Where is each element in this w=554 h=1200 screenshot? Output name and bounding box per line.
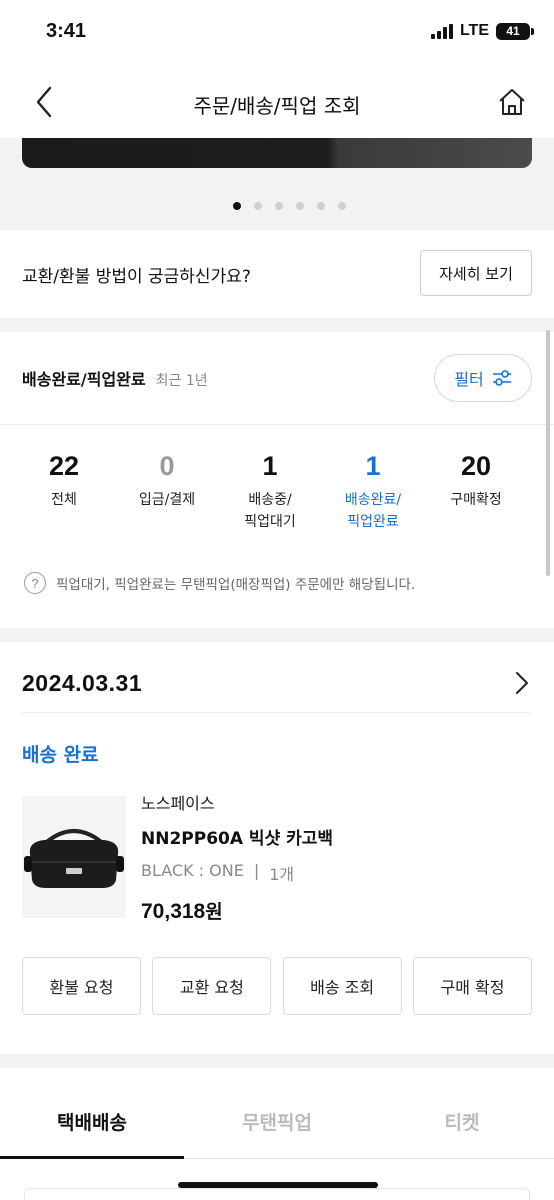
carousel-indicator [0,202,554,210]
confirm-purchase-button[interactable]: 구매 확정 [412,957,532,1015]
banner-carousel[interactable] [0,138,554,230]
count-value: 20 [460,451,492,481]
chevron-right-icon [516,672,528,694]
home-button[interactable] [494,84,530,120]
section-divider [0,628,554,642]
count-confirmed[interactable]: 20 구매확정 [428,450,524,534]
summary-header: 배송완료/픽업완료 최근 1년 [22,366,208,390]
option-separator: | [253,861,260,880]
exchange-request-button[interactable]: 교환 요청 [152,957,272,1015]
tab-ticket[interactable]: 티켓 [370,1108,554,1135]
carousel-dot[interactable] [253,202,262,210]
order-date[interactable]: 2024.03.31 [22,670,142,697]
filter-icon [492,370,511,386]
carousel-dot[interactable] [295,202,304,210]
track-delivery-button[interactable]: 배송 조회 [282,957,402,1015]
page-title: 주문/배송/픽업 조회 [193,94,361,118]
active-tab-indicator [0,1156,184,1159]
home-icon [499,89,525,115]
count-delivered[interactable]: 1 배송완료/픽업완료 [325,450,421,534]
divider [0,424,554,425]
delivery-status: 배송 완료 [22,744,99,766]
product-name: NN2PP60A 빅샷 카고백 [141,829,334,849]
view-details-button[interactable]: 자세히 보기 [420,250,532,296]
carousel-dot[interactable] [337,202,346,210]
delivery-type-tabs: 택배배송 무탠픽업 티켓 [0,1068,554,1200]
count-value: 0 [159,451,175,481]
count-payment[interactable]: 0 입금/결제 [119,450,215,534]
carousel-dot[interactable] [232,202,241,210]
product-option: BLACK : ONE | 1개 [141,861,333,885]
order-card: 2024.03.31 배송 완료 노스페이스 NN2PP60A 빅샷 카고백 B… [0,642,554,1054]
pickup-notice: ? 픽업대기, 픽업완료는 무탠픽업(매장픽업) 주문에만 해당됩니다. [24,572,415,594]
count-value: 1 [365,451,381,481]
product-image[interactable] [22,796,126,918]
summary-title: 배송완료/픽업완료 [22,370,146,389]
network-label: LTE [459,22,489,39]
count-value: 22 [48,451,80,481]
count-label: 입금/결제 [138,492,196,509]
refund-request-button[interactable]: 환불 요청 [22,957,141,1015]
app-header: 주문/배송/픽업 조회 [0,68,554,138]
count-value: 1 [262,451,278,481]
banner-image[interactable] [22,138,532,168]
product-price: 70,318원 [141,900,223,923]
divider [22,712,530,713]
count-label: 전체 [51,492,77,509]
notice-text: 픽업대기, 픽업완료는 무탠픽업(매장픽업) 주문에만 해당됩니다. [56,577,416,593]
duffel-bag-image [24,829,124,888]
filter-button[interactable]: 필터 [434,354,532,402]
count-shipping[interactable]: 1 배송중/픽업대기 [222,450,318,534]
tab-parcel-delivery[interactable]: 택배배송 [0,1108,184,1135]
scrollbar[interactable] [546,330,550,576]
exchange-question: 교환/환불 방법이 궁금하신가요? [22,267,251,287]
divider [184,1158,554,1159]
battery-icon: 41 [496,22,534,40]
next-card [24,1188,530,1200]
order-actions: 환불 요청 교환 요청 배송 조회 구매 확정 [22,957,532,1015]
question-icon: ? [24,572,46,594]
option-value: BLACK : ONE [141,861,244,880]
signal-icon [430,23,453,39]
count-all[interactable]: 22 전체 [16,450,112,534]
order-detail-link[interactable] [510,668,534,698]
tab-store-pickup[interactable]: 무탠픽업 [185,1108,369,1135]
count-label: 배송완료/픽업완료 [344,492,402,531]
status-bar: 3:41 LTE 41 [0,0,554,68]
summary-period: 최근 1년 [155,373,208,389]
order-summary: 배송완료/픽업완료 최근 1년 필터 22 전체 0 입금/결제 1 배송중/픽… [0,332,554,628]
home-indicator[interactable] [178,1182,378,1188]
section-divider [0,318,554,332]
status-counts: 22 전체 0 입금/결제 1 배송중/픽업대기 1 배송완료/픽업완료 20 … [16,450,524,534]
count-label: 구매확정 [450,492,502,509]
status-indicators: LTE 41 [430,22,534,40]
product-info[interactable]: 노스페이스 NN2PP60A 빅샷 카고백 BLACK : ONE | 1개 7… [141,790,333,924]
product-brand: 노스페이스 [141,794,215,813]
carousel-dot[interactable] [274,202,283,210]
filter-label: 필터 [454,370,484,389]
status-time: 3:41 [46,20,87,42]
count-label: 배송중/픽업대기 [244,492,296,531]
exchange-info-section: 교환/환불 방법이 궁금하신가요? 자세히 보기 [0,230,554,318]
option-quantity: 1개 [269,865,295,884]
section-divider [0,1054,554,1068]
carousel-dot[interactable] [316,202,325,210]
